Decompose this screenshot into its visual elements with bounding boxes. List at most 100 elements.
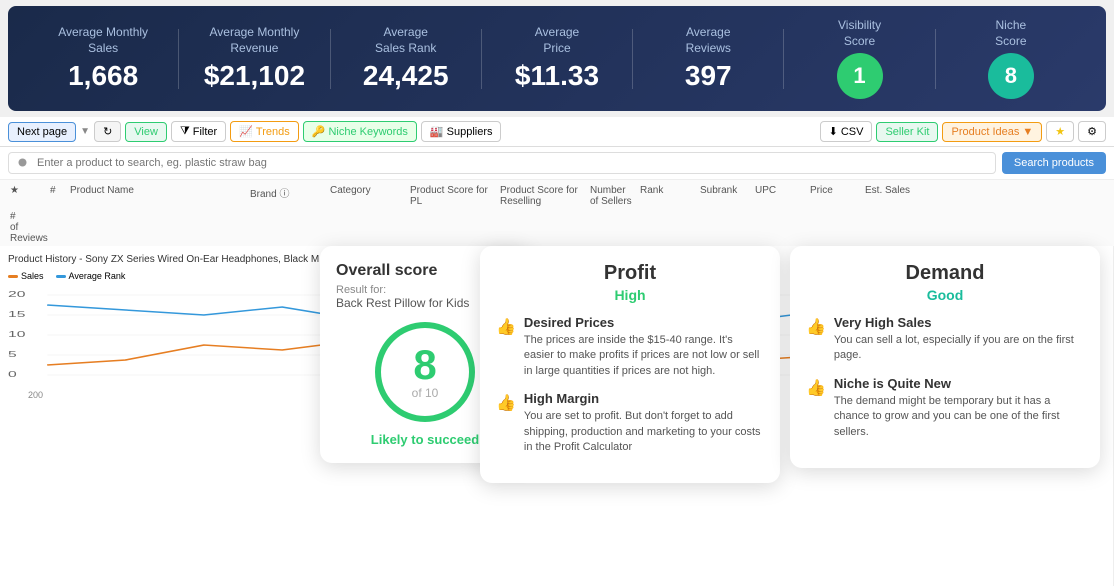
col-upc: UPC (753, 183, 808, 209)
settings-button[interactable]: ⚙ (1078, 121, 1106, 142)
col-sellers: Number of Sellers (588, 183, 638, 209)
thumbs-up-icon-4: 👍 (806, 378, 826, 440)
desired-prices-text: The prices are inside the $15-40 range. … (524, 333, 764, 379)
niche-new-content: Niche is Quite New The demand might be t… (834, 376, 1084, 440)
niche-keywords-button[interactable]: 🔑 Niche Keywords (303, 121, 417, 142)
col-price: Price (808, 183, 863, 209)
avg-sales-rank-value: 24,425 (331, 60, 481, 92)
demand-panel: Demand Good 👍 Very High Sales You can se… (790, 246, 1100, 468)
toolbar: Next page ▼ ↻ View ⧩ Filter 📈 Trends 🔑 N… (0, 117, 1114, 147)
profit-panel: Profit High 👍 Desired Prices The prices … (480, 246, 780, 483)
col-star: ★ (8, 183, 28, 209)
visibility-score-circle: 1 (837, 53, 883, 99)
thumbs-up-icon-2: 👍 (496, 393, 516, 455)
filter-icon: ⧩ (180, 125, 190, 138)
col-subrank: Subrank (698, 183, 753, 209)
suppliers-button[interactable]: 🏭 Suppliers (421, 121, 502, 142)
high-margin-content: High Margin You are set to profit. But d… (524, 391, 764, 455)
svg-text:20: 20 (8, 290, 26, 299)
filter-button[interactable]: ⧩ Filter (171, 121, 226, 142)
very-high-sales-feature: 👍 Very High Sales You can sell a lot, es… (806, 315, 1084, 364)
svg-text:15: 15 (8, 310, 26, 319)
svg-text:10: 10 (8, 330, 26, 339)
avg-price-label: AveragePrice (482, 25, 632, 56)
thumbs-up-icon-3: 👍 (806, 317, 826, 364)
avg-monthly-revenue-label: Average MonthlyRevenue (179, 25, 329, 56)
dropdown-icon: ▼ (1022, 126, 1033, 138)
high-margin-text: You are set to profit. But don't forget … (524, 409, 764, 455)
col-num: # (48, 183, 68, 209)
niche-kw-icon: 🔑 (312, 125, 326, 138)
col-rank: Rank (638, 183, 698, 209)
col-name: Product Name (68, 183, 248, 209)
demand-subtitle: Good (806, 287, 1084, 303)
legend-rank: Average Rank (56, 271, 126, 281)
high-margin-title: High Margin (524, 391, 764, 406)
avg-reviews-value: 397 (633, 60, 783, 92)
big-score-circle: 8 of 10 (375, 322, 475, 422)
search-area: Search products (0, 147, 1114, 180)
avg-monthly-sales-stat: Average MonthlySales 1,668 (28, 25, 178, 92)
desired-prices-content: Desired Prices The prices are inside the… (524, 315, 764, 379)
niche-new-feature: 👍 Niche is Quite New The demand might be… (806, 376, 1084, 440)
very-high-sales-text: You can sell a lot, especially if you ar… (834, 333, 1084, 364)
very-high-sales-content: Very High Sales You can sell a lot, espe… (834, 315, 1084, 364)
search-button[interactable]: Search products (1002, 152, 1106, 174)
legend-sales-dot (8, 275, 18, 278)
niche-score-circle: 8 (988, 53, 1034, 99)
csv-button[interactable]: ⬇ CSV (820, 121, 873, 142)
avg-monthly-revenue-stat: Average MonthlyRevenue $21,102 (179, 25, 329, 92)
avg-monthly-sales-label: Average MonthlySales (28, 25, 178, 56)
big-score-denom: of 10 (412, 386, 439, 400)
demand-title: Demand (806, 262, 1084, 285)
refresh-button[interactable]: ↻ (94, 121, 121, 142)
col-score-pl: Product Score for PL (408, 183, 498, 209)
table-header: ★ # Product Name Brand ⓘ Category Produc… (0, 180, 1114, 250)
very-high-sales-title: Very High Sales (834, 315, 1084, 330)
next-page-button[interactable]: Next page (8, 122, 76, 142)
avg-sales-rank-label: AverageSales Rank (331, 25, 481, 56)
legend-rank-dot (56, 275, 66, 278)
avg-price-value: $11.33 (482, 60, 632, 92)
main-content: Product History - Sony ZX Series Wired O… (0, 246, 1114, 586)
search-input[interactable] (8, 152, 996, 174)
view-button[interactable]: View (125, 122, 167, 142)
legend-sales: Sales (8, 271, 44, 281)
niche-new-text: The demand might be temporary but it has… (834, 394, 1084, 440)
col-icon (28, 183, 48, 209)
niche-score-label: NicheScore (936, 18, 1086, 49)
trends-icon: 📈 (239, 125, 253, 138)
csv-icon: ⬇ (829, 125, 838, 138)
star-button[interactable]: ★ (1046, 121, 1074, 142)
trends-button[interactable]: 📈 Trends (230, 121, 299, 142)
avg-reviews-label: AverageReviews (633, 25, 783, 56)
col-score-rs: Product Score for Reselling (498, 183, 588, 209)
desired-prices-feature: 👍 Desired Prices The prices are inside t… (496, 315, 764, 379)
avg-monthly-sales-value: 1,668 (28, 60, 178, 92)
gear-icon: ⚙ (1087, 125, 1097, 138)
stats-bar: Average MonthlySales 1,668 Average Month… (8, 6, 1106, 111)
col-brand: Brand ⓘ (248, 183, 328, 209)
seller-kit-button[interactable]: Seller Kit (876, 122, 938, 142)
avg-reviews-stat: AverageReviews 397 (633, 25, 783, 92)
svg-text:0: 0 (8, 370, 17, 379)
col-sales: Est. Sales (863, 183, 918, 209)
svg-text:5: 5 (8, 350, 17, 359)
desired-prices-title: Desired Prices (524, 315, 764, 330)
profit-title: Profit (496, 262, 764, 285)
col-category: Category (328, 183, 408, 209)
avg-price-stat: AveragePrice $11.33 (482, 25, 632, 92)
high-margin-feature: 👍 High Margin You are set to profit. But… (496, 391, 764, 455)
suppliers-icon: 🏭 (430, 125, 444, 138)
niche-new-title: Niche is Quite New (834, 376, 1084, 391)
avg-sales-rank-stat: AverageSales Rank 24,425 (331, 25, 481, 92)
visibility-score-label: VisibilityScore (784, 18, 934, 49)
niche-score-stat: NicheScore 8 (936, 18, 1086, 99)
avg-monthly-revenue-value: $21,102 (179, 60, 329, 92)
thumbs-up-icon-1: 👍 (496, 317, 516, 379)
big-score-number: 8 (413, 344, 436, 386)
product-ideas-button[interactable]: Product Ideas ▼ (942, 122, 1042, 142)
visibility-score-stat: VisibilityScore 1 (784, 18, 934, 99)
profit-subtitle: High (496, 287, 764, 303)
col-reviews: # of Reviews (8, 209, 28, 246)
